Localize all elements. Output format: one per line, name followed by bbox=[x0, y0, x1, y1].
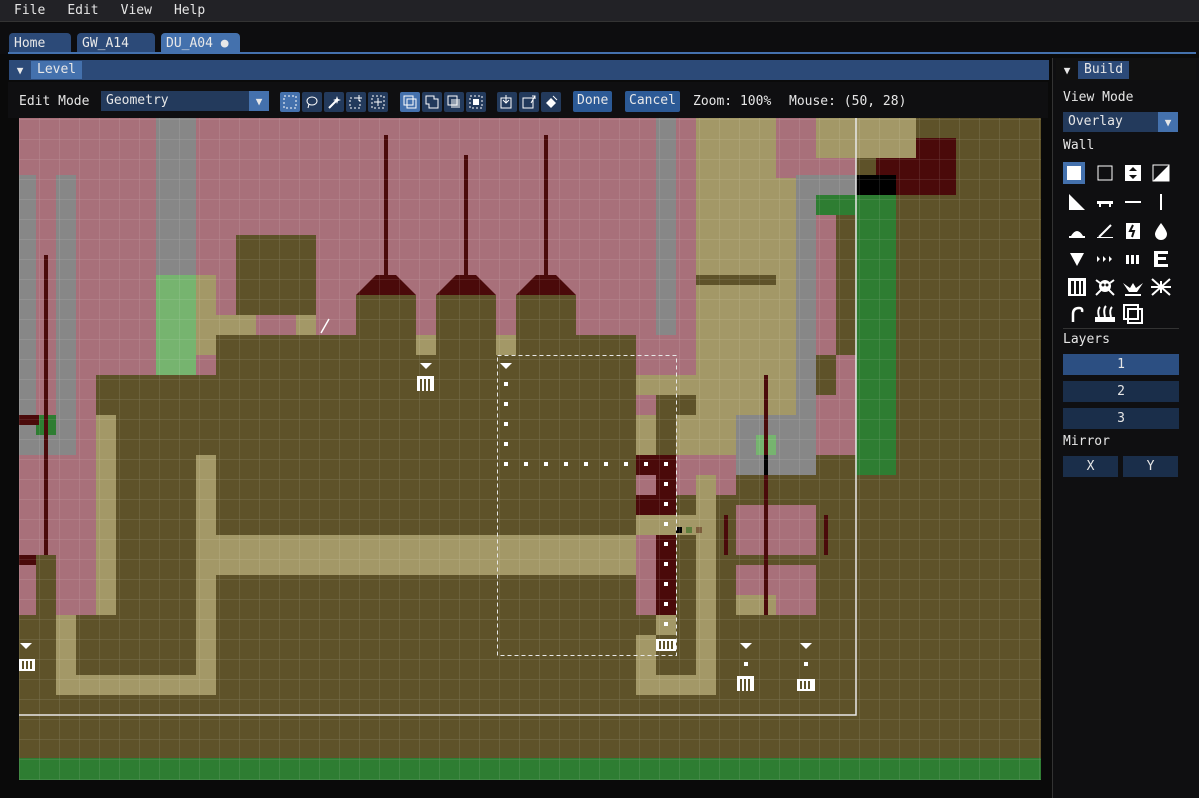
edit-mode-value: Geometry bbox=[106, 93, 169, 108]
worm-grass-icon[interactable] bbox=[1066, 303, 1088, 325]
layer-1-button[interactable]: 1 bbox=[1063, 354, 1179, 375]
platform-icon[interactable] bbox=[1094, 191, 1116, 213]
tab-du-a04[interactable]: DU_A04 ● bbox=[161, 33, 240, 54]
select-plus-icon[interactable] bbox=[368, 92, 388, 112]
wall-slope-icon[interactable] bbox=[1150, 162, 1172, 184]
vertical-pole-icon[interactable] bbox=[1150, 191, 1172, 213]
fast-forward-icon[interactable] bbox=[1094, 248, 1116, 270]
den-entrance-icon[interactable] bbox=[1066, 276, 1088, 298]
select-replace-icon[interactable] bbox=[400, 92, 420, 112]
chevron-down-icon: ▼ bbox=[1158, 112, 1178, 132]
mirror-x-button[interactable]: X bbox=[1063, 456, 1118, 477]
bat-den-icon[interactable] bbox=[1150, 276, 1172, 298]
slope-icon[interactable] bbox=[1066, 191, 1088, 213]
select-subtract-icon[interactable] bbox=[444, 92, 464, 112]
horizontal-pole-icon[interactable] bbox=[1122, 191, 1144, 213]
cancel-button[interactable]: Cancel bbox=[625, 91, 680, 112]
water-drop-icon[interactable] bbox=[1150, 220, 1172, 242]
paint-bucket-icon[interactable] bbox=[541, 92, 561, 112]
mirror-y-button[interactable]: Y bbox=[1123, 456, 1178, 477]
spear-icon[interactable] bbox=[1066, 220, 1088, 242]
menu-help[interactable]: Help bbox=[174, 3, 205, 18]
tab-gw-a14[interactable]: GW_A14 bbox=[77, 33, 155, 54]
menu-bar: File Edit View Help bbox=[0, 0, 1199, 22]
level-map[interactable] bbox=[19, 118, 1041, 780]
menu-file[interactable]: File bbox=[14, 3, 45, 18]
mirror-label: Mirror bbox=[1063, 434, 1110, 449]
select-add-icon[interactable] bbox=[346, 92, 366, 112]
view-mode-value: Overlay bbox=[1068, 114, 1123, 129]
menu-edit[interactable]: Edit bbox=[67, 3, 98, 18]
wall-solid-icon[interactable] bbox=[1063, 162, 1085, 184]
rect-select-icon[interactable] bbox=[280, 92, 300, 112]
view-mode-dropdown[interactable]: Overlay ▼ bbox=[1063, 112, 1178, 132]
wall-label: Wall bbox=[1063, 138, 1095, 153]
lasso-icon[interactable] bbox=[302, 92, 322, 112]
select-intersect-icon[interactable] bbox=[466, 92, 486, 112]
zoom-readout: Zoom: 100% bbox=[693, 94, 772, 109]
collapse-icon[interactable]: ▼ bbox=[9, 64, 31, 77]
layer-2-button[interactable]: 2 bbox=[1063, 381, 1179, 402]
select-union-icon[interactable] bbox=[422, 92, 442, 112]
view-mode-label: View Mode bbox=[1063, 90, 1134, 105]
level-window-header[interactable]: ▼ Level bbox=[9, 60, 1049, 80]
menu-view[interactable]: View bbox=[121, 3, 152, 18]
edit-mode-dropdown[interactable]: Geometry ▼ bbox=[101, 91, 269, 111]
layer-frame-icon[interactable] bbox=[1122, 303, 1144, 325]
shortcut-icon[interactable] bbox=[1122, 220, 1144, 242]
tab-home[interactable]: Home bbox=[9, 33, 71, 54]
build-window-title: Build bbox=[1078, 61, 1130, 79]
build-window-header[interactable]: ▼ Build bbox=[1056, 60, 1196, 80]
layers-label: Layers bbox=[1063, 332, 1110, 347]
comb-icon[interactable] bbox=[1150, 248, 1172, 270]
vulture-den-icon[interactable] bbox=[1122, 276, 1144, 298]
magic-wand-icon[interactable] bbox=[324, 92, 344, 112]
level-window-title: Level bbox=[31, 61, 83, 79]
tab-underline bbox=[8, 52, 1196, 54]
level-canvas[interactable] bbox=[19, 118, 1041, 780]
chevron-down-icon: ▼ bbox=[249, 91, 269, 111]
scavenger-den-icon[interactable] bbox=[1094, 276, 1116, 298]
divider bbox=[1063, 328, 1179, 329]
collapse-icon[interactable]: ▼ bbox=[1056, 64, 1078, 77]
edit-mode-label: Edit Mode bbox=[19, 94, 90, 109]
import-icon[interactable] bbox=[497, 92, 517, 112]
wall-swap-icon[interactable] bbox=[1122, 162, 1144, 184]
wall-air-icon[interactable] bbox=[1094, 162, 1116, 184]
layer-3-button[interactable]: 3 bbox=[1063, 408, 1179, 429]
export-icon[interactable] bbox=[519, 92, 539, 112]
rock-icon[interactable] bbox=[1094, 220, 1116, 242]
done-button[interactable]: Done bbox=[573, 91, 613, 112]
arrow-down-icon[interactable] bbox=[1066, 248, 1088, 270]
hive-icon[interactable] bbox=[1122, 248, 1144, 270]
garbage-worm-icon[interactable] bbox=[1094, 303, 1116, 325]
mouse-readout: Mouse: (50, 28) bbox=[789, 94, 907, 109]
